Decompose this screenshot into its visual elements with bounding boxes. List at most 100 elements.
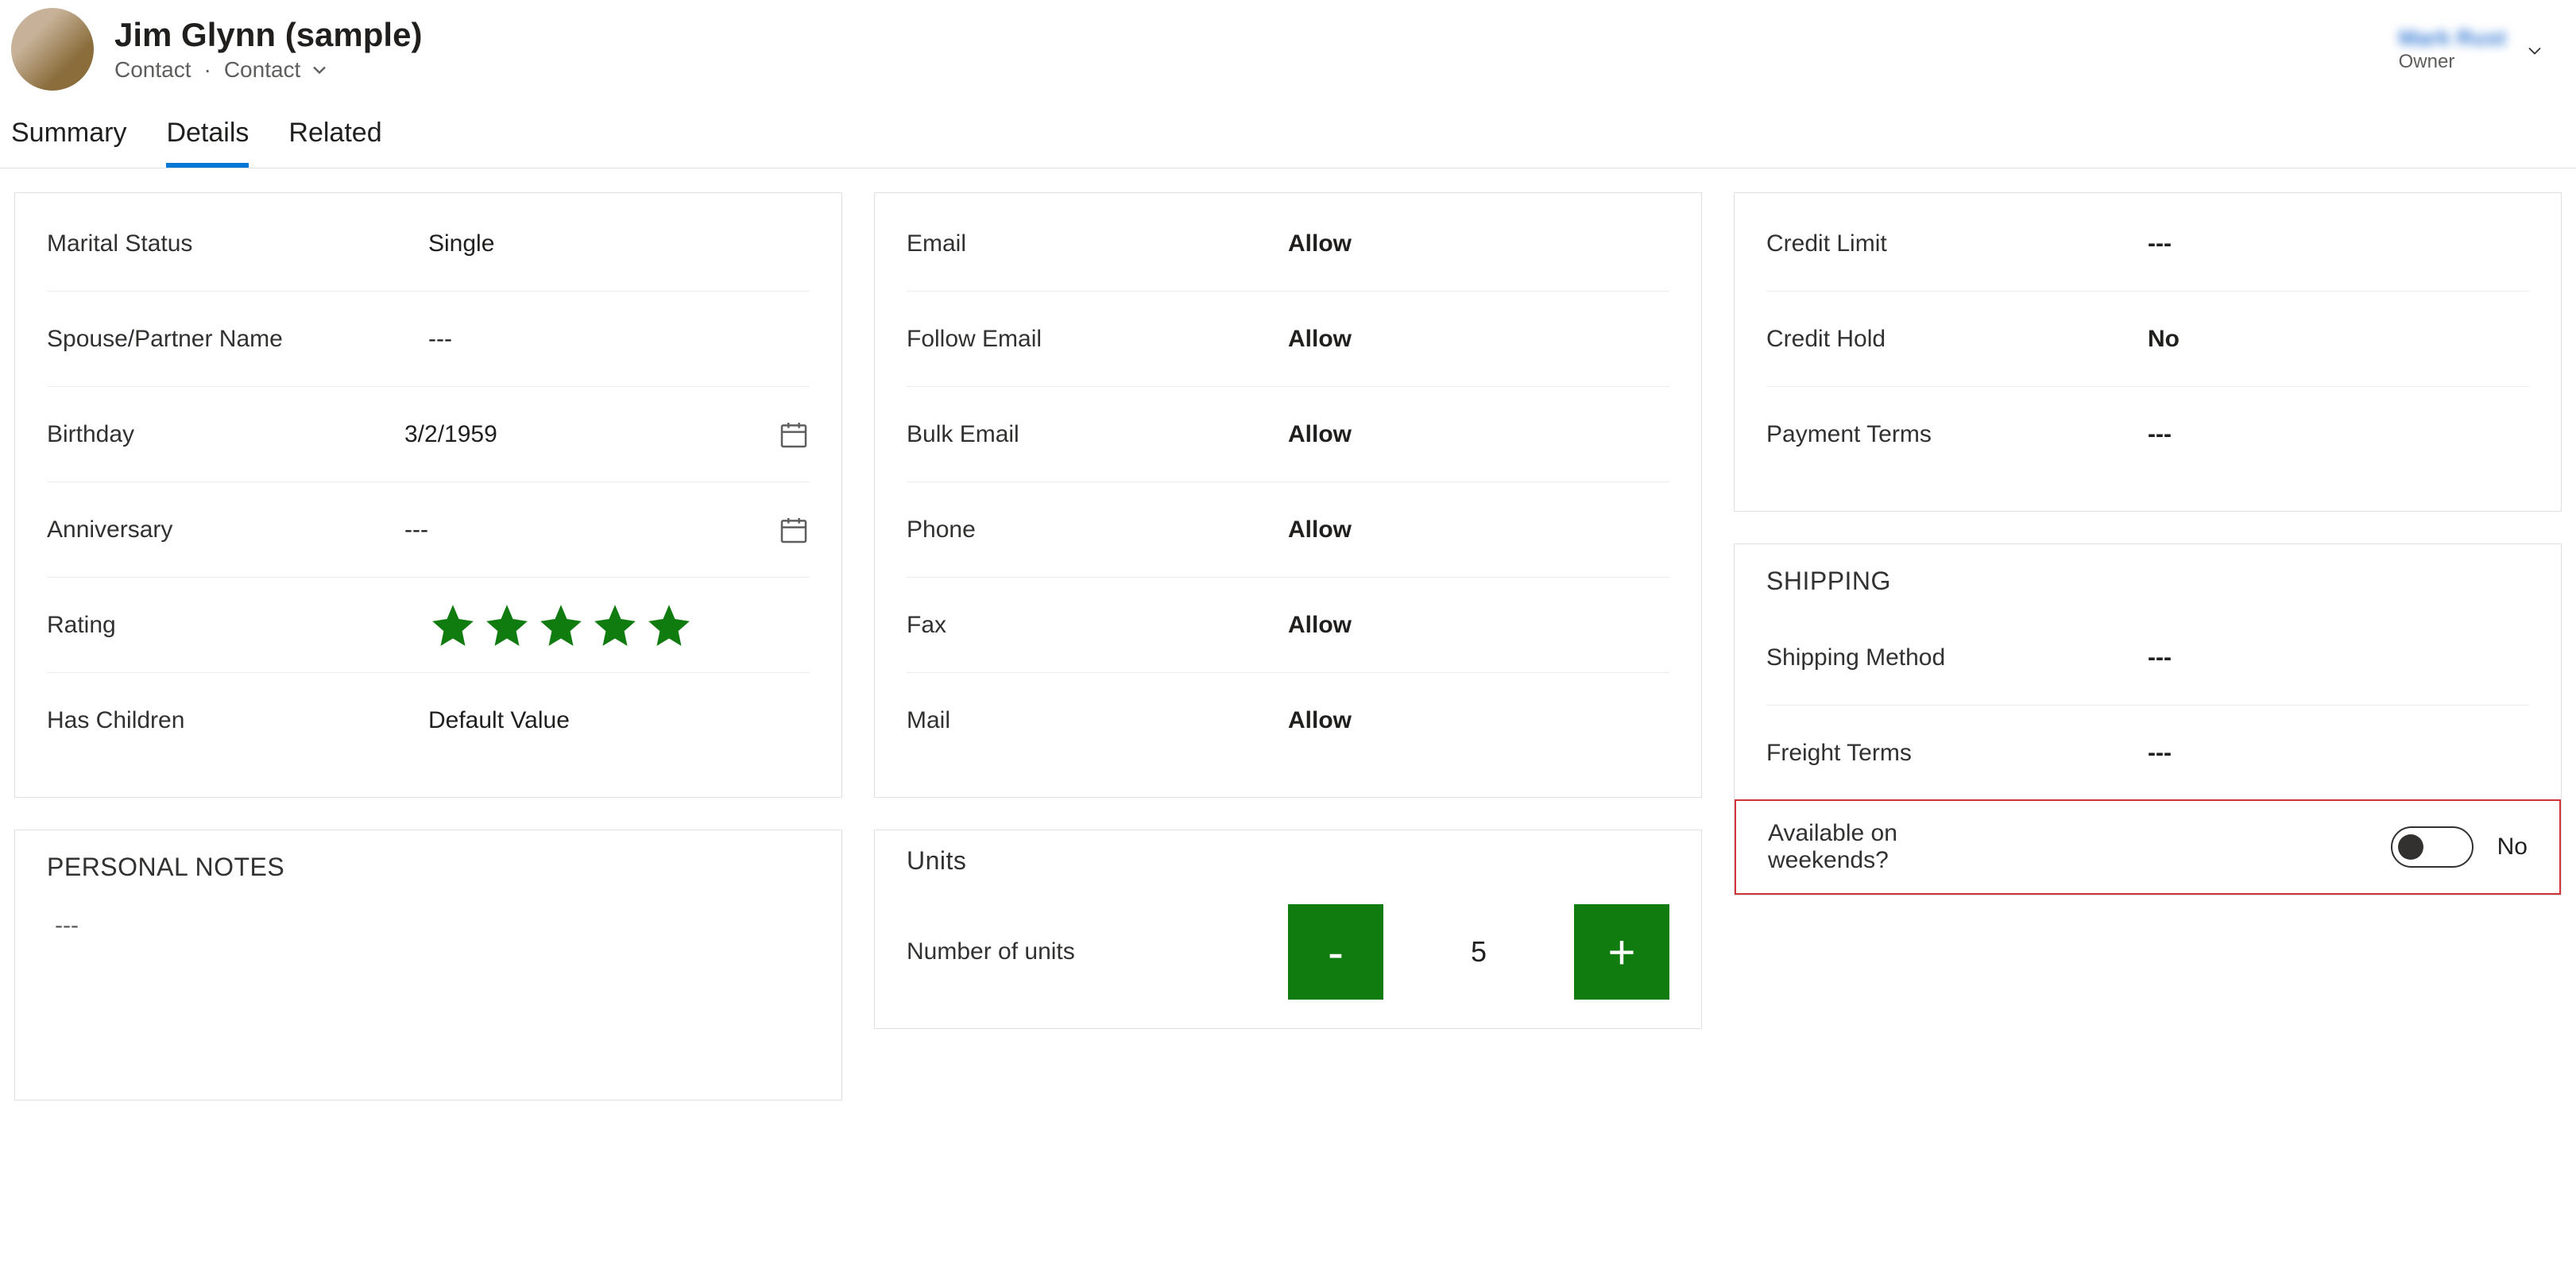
units-increment-button[interactable]: + [1574,904,1669,1000]
value-anniversary: --- [404,516,762,543]
star-icon [590,601,640,650]
value-spouse: --- [428,326,810,353]
star-icon [644,601,694,650]
field-fax[interactable]: Fax Allow [907,578,1669,673]
field-mail[interactable]: Mail Allow [907,673,1669,768]
field-shipping-method[interactable]: Shipping Method --- [1766,610,2529,706]
label-anniversary: Anniversary [47,516,404,543]
shipping-title: SHIPPING [1766,544,2529,610]
chevron-down-icon[interactable] [2524,40,2546,62]
units-decrement-button[interactable]: - [1288,904,1383,1000]
field-available-weekends[interactable]: Available on weekends? No [1735,799,2561,895]
notes-card: PERSONAL NOTES --- [14,830,842,1100]
label-shipping-method: Shipping Method [1766,644,2148,671]
units-stepper: - 5 + [1288,904,1669,1000]
label-credit-hold: Credit Hold [1766,326,2148,353]
field-follow-email[interactable]: Follow Email Allow [907,292,1669,387]
owner-block[interactable]: Mark Rust Owner [2399,25,2506,73]
field-has-children[interactable]: Has Children Default Value [47,673,810,768]
units-value[interactable]: 5 [1383,904,1574,1000]
label-fax: Fax [907,612,1288,639]
star-icon [482,601,532,650]
value-phone: Allow [1288,516,1669,543]
record-tabs: Summary Details Related [0,91,2576,168]
value-available-weekends: No [2497,834,2528,861]
field-marital-status[interactable]: Marital Status Single [47,196,810,292]
contact-avatar [11,8,94,91]
field-freight-terms[interactable]: Freight Terms --- [1766,706,2529,801]
field-email[interactable]: Email Allow [907,196,1669,292]
value-shipping-method: --- [2148,644,2529,671]
tab-related[interactable]: Related [288,118,381,168]
value-has-children: Default Value [428,707,810,734]
value-payment-terms: --- [2148,421,2529,448]
notes-title: PERSONAL NOTES [47,830,810,896]
rating-stars[interactable] [428,601,810,650]
value-email: Allow [1288,230,1669,257]
record-subtitle: Contact · Contact [114,57,422,83]
star-icon [536,601,586,650]
shipping-card: SHIPPING Shipping Method --- Freight Ter… [1734,543,2562,895]
title-block: Jim Glynn (sample) Contact · Contact [114,16,422,83]
field-bulk-email[interactable]: Bulk Email Allow [907,387,1669,482]
label-phone: Phone [907,516,1288,543]
header-left: Jim Glynn (sample) Contact · Contact [11,8,422,91]
chevron-down-icon [308,59,331,81]
value-follow-email: Allow [1288,326,1669,353]
star-icon [428,601,478,650]
label-birthday: Birthday [47,421,404,448]
owner-name: Mark Rust [2399,25,2506,51]
label-mail: Mail [907,707,1288,734]
field-credit-hold[interactable]: Credit Hold No [1766,292,2529,387]
label-has-children: Has Children [47,707,428,734]
value-freight-terms: --- [2148,740,2529,767]
column-middle: Email Allow Follow Email Allow Bulk Emai… [874,192,1702,1029]
column-left: Marital Status Single Spouse/Partner Nam… [14,192,842,1100]
value-credit-limit: --- [2148,230,2529,257]
field-anniversary[interactable]: Anniversary --- [47,482,810,578]
value-credit-hold: No [2148,326,2529,353]
billing-card: Credit Limit --- Credit Hold No Payment … [1734,192,2562,512]
calendar-icon[interactable] [778,514,810,546]
label-freight-terms: Freight Terms [1766,740,2148,767]
label-follow-email: Follow Email [907,326,1288,353]
value-mail: Allow [1288,707,1669,734]
weekends-toggle[interactable] [2391,826,2474,868]
tab-details[interactable]: Details [166,118,249,168]
subtitle-separator: · [204,57,211,83]
field-rating[interactable]: Rating [47,578,810,673]
label-bulk-email: Bulk Email [907,421,1288,448]
value-bulk-email: Allow [1288,421,1669,448]
label-spouse: Spouse/Partner Name [47,326,428,353]
calendar-icon[interactable] [778,419,810,451]
header-right: Mark Rust Owner [2399,25,2565,73]
record-header: Jim Glynn (sample) Contact · Contact Mar… [0,0,2576,91]
value-fax: Allow [1288,612,1669,639]
field-credit-limit[interactable]: Credit Limit --- [1766,196,2529,292]
notes-value[interactable]: --- [47,896,810,1071]
entity-label: Contact [114,57,191,83]
field-birthday[interactable]: Birthday 3/2/1959 [47,387,810,482]
label-credit-limit: Credit Limit [1766,230,2148,257]
personal-card: Marital Status Single Spouse/Partner Nam… [14,192,842,798]
form-selector-label: Contact [224,57,301,83]
label-available-weekends: Available on weekends? [1768,820,1975,874]
value-marital-status: Single [428,230,810,257]
units-card: Units Number of units - 5 + [874,830,1702,1029]
units-title: Units [907,830,1669,890]
value-birthday: 3/2/1959 [404,421,762,448]
field-phone[interactable]: Phone Allow [907,482,1669,578]
owner-label: Owner [2399,51,2506,73]
label-email: Email [907,230,1288,257]
preferences-card: Email Allow Follow Email Allow Bulk Emai… [874,192,1702,798]
field-spouse[interactable]: Spouse/Partner Name --- [47,292,810,387]
label-marital-status: Marital Status [47,230,428,257]
tab-summary[interactable]: Summary [11,118,126,168]
label-payment-terms: Payment Terms [1766,421,2148,448]
field-units: Number of units - 5 + [907,890,1669,1000]
label-units: Number of units [907,938,1288,965]
field-payment-terms[interactable]: Payment Terms --- [1766,387,2529,482]
form-selector[interactable]: Contact [224,57,331,83]
details-body: Marital Status Single Spouse/Partner Nam… [0,168,2576,1132]
label-rating: Rating [47,612,428,639]
